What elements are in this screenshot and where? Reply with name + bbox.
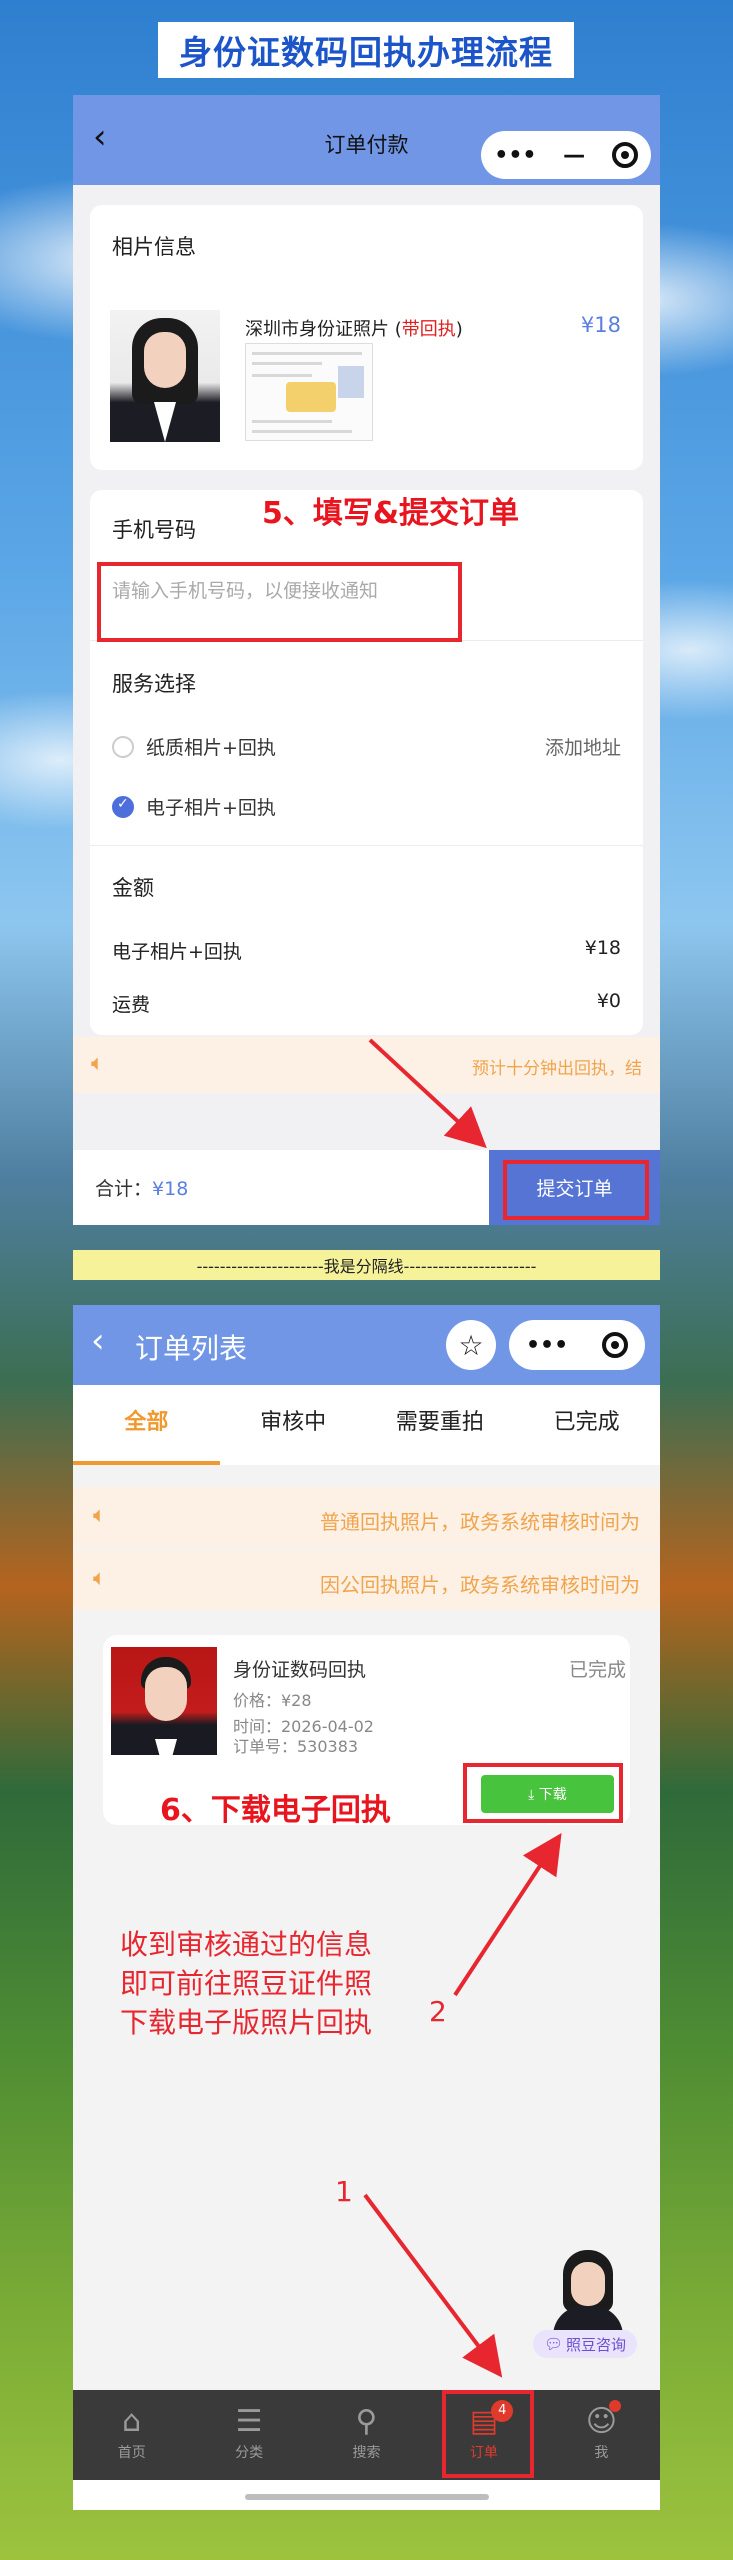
notice-text: 预计十分钟出回执，结 [472,1059,642,1079]
mini-program-capsule: ••• [509,1320,645,1370]
id-photo-thumbnail [110,310,220,442]
total-amount: 合计：¥18 [95,1178,189,1200]
tab-reviewing[interactable]: 审核中 [220,1385,367,1465]
tabbar-profile[interactable]: ☺ 我 [543,2390,660,2480]
order-number: 订单号：530383 [233,1737,359,1756]
bottom-tab-bar: ⌂ 首页 ☰ 分类 ⚲ 搜索 ▤ 订单 4 ☺ 我 [73,2390,660,2480]
notification-dot [608,2400,621,2412]
profile-icon: ☺ [585,2404,617,2439]
notice-bar: 🔈︎ 普通回执照片，政务系统审核时间为 [73,1487,660,1547]
order-status-tabs: 全部 审核中 需要重拍 已完成 [73,1385,660,1465]
nav-bar: ‹ 订单列表 ☆ ••• [73,1305,660,1385]
tab-all[interactable]: 全部 [73,1385,220,1465]
consult-advisor-button[interactable]: 💬︎ 照豆咨询 [533,2250,643,2360]
minimize-icon[interactable]: — [563,143,585,168]
notice-text: 普通回执照片，政务系统审核时间为 [320,1510,640,1534]
marker-1: 1 [335,2175,353,2208]
tabbar-home[interactable]: ⌂ 首页 [73,2390,190,2480]
step-6-label: 6、下载电子回执 [160,1793,391,1828]
amount-item-value: ¥18 [584,937,621,959]
product-name: 深圳市身份证照片 (带回执) [245,319,463,340]
checkout-bottom-bar: 合计：¥18 提交订单 [73,1150,660,1225]
order-status: 已完成 [568,1659,626,1681]
download-button[interactable]: ⤓ 下载 [481,1775,614,1813]
back-icon[interactable]: ‹ [91,1321,105,1361]
notice-bar: 🔈︎ 因公回执照片，政务系统审核时间为 [73,1550,660,1610]
order-list-screen: ‹ 订单列表 ☆ ••• 全部 审核中 需要重拍 已完成 🔈︎ 普通回执照片，政… [73,1305,660,2510]
nav-bar: ‹ 订单付款 ••• — [73,95,660,185]
home-icon: ⌂ [122,2404,142,2439]
shipping-value: ¥0 [596,990,621,1012]
more-icon[interactable]: ••• [494,143,536,168]
tab-completed[interactable]: 已完成 [513,1385,660,1465]
nav-title: 订单列表 [135,1332,248,1365]
notice-text: 因公回执照片，政务系统审核时间为 [320,1573,640,1597]
tabbar-orders[interactable]: ▤ 订单 4 [425,2390,542,2480]
order-photo-thumbnail [111,1647,217,1755]
receipt-thumbnail [245,343,373,441]
separator-line: ----------------------我是分隔线-------------… [73,1250,660,1280]
order-price: 价格：¥28 [233,1691,312,1710]
order-name: 身份证数码回执 [233,1659,367,1681]
speaker-icon: 🔈︎ [93,1566,107,1591]
order-icon: ▤ [469,2404,499,2439]
shipping-label: 运费 [112,994,151,1016]
home-indicator [73,2480,660,2510]
electronic-option-radio[interactable] [112,796,134,818]
amount-item-label: 电子相片+回执 [112,941,242,963]
favorite-star-icon[interactable]: ☆ [446,1320,496,1370]
tab-retake[interactable]: 需要重拍 [367,1385,514,1465]
tabbar-category[interactable]: ☰ 分类 [190,2390,307,2480]
speaker-icon: 🔈︎ [91,1051,105,1076]
close-target-icon[interactable] [602,1332,629,1358]
mini-program-capsule: ••• — [481,131,651,179]
order-form-card: 手机号码 服务选择 纸质相片+回执 添加地址 电子相片+回执 金额 电子相片+回… [90,490,643,1035]
page-banner-title: 身份证数码回执办理流程 [158,22,574,78]
more-icon[interactable]: ••• [526,1333,568,1358]
tabbar-search[interactable]: ⚲ 搜索 [308,2390,425,2480]
phone-section-title: 手机号码 [112,518,196,542]
speaker-icon: 🔈︎ [93,1503,107,1528]
service-section-title: 服务选择 [112,672,196,696]
submit-order-button[interactable]: 提交订单 [489,1150,660,1225]
add-address-link[interactable]: 添加地址 [545,733,621,760]
close-target-icon[interactable] [611,142,638,168]
marker-2: 2 [429,1995,447,2028]
amount-section-title: 金额 [112,876,154,900]
electronic-option-label[interactable]: 电子相片+回执 [146,793,276,820]
chat-icon: 💬︎ [543,2335,564,2353]
paper-option-label[interactable]: 纸质相片+回执 [146,733,276,760]
phone-input[interactable] [112,570,472,612]
product-tag: 带回执 [401,319,456,340]
product-price: ¥18 [580,313,621,337]
step-5-label: 5、填写&提交订单 [262,496,520,531]
category-icon: ☰ [235,2404,263,2439]
photo-section-title: 相片信息 [112,235,196,259]
notice-bar: 🔈︎ 预计十分钟出回执，结 [73,1037,660,1093]
instruction-note: 收到审核通过的信息 即可前往照豆证件照 下载电子版照片回执 [120,1928,373,2039]
consult-chip[interactable]: 💬︎ 照豆咨询 [533,2330,637,2358]
photo-info-card: 相片信息 深圳市身份证照片 (带回执) ¥18 [90,205,643,470]
checkout-screen: ‹ 订单付款 ••• — 相片信息 深圳市身份证照片 (带回执) ¥18 手机号… [73,95,660,1225]
search-icon: ⚲ [355,2404,378,2439]
paper-option-radio[interactable] [112,736,134,758]
